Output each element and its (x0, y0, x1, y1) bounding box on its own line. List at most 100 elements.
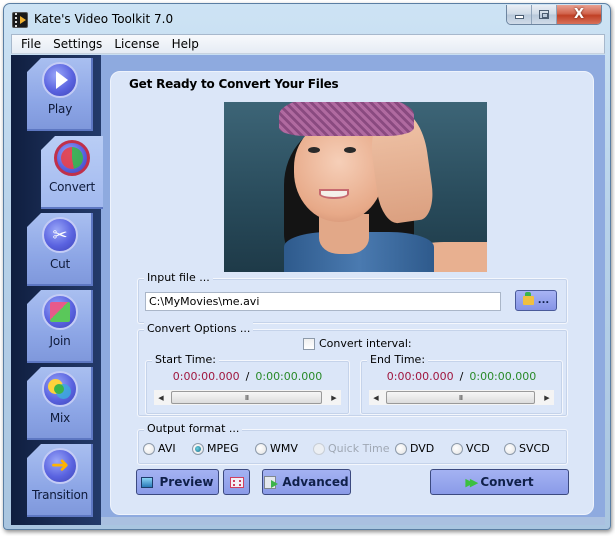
title-bar[interactable]: Kate's Video Toolkit 7.0 X (4, 4, 610, 34)
format-option-label: AVI (158, 442, 176, 455)
convert-options-group: Convert Options ... Convert interval: St… (137, 322, 568, 417)
fast-forward-icon: ▶▶ (465, 475, 478, 489)
scroll-track[interactable]: III (383, 391, 540, 404)
scissors-icon: ✂ (42, 217, 78, 253)
scroll-thumb[interactable]: III (386, 391, 535, 404)
sidebar-item-label: Mix (49, 411, 71, 425)
sidebar-item-mix[interactable]: Mix (27, 367, 93, 440)
end-time-total: 0:00:00.000 (469, 370, 537, 383)
start-time-total: 0:00:00.000 (255, 370, 323, 383)
scroll-right-icon[interactable]: ▶ (327, 390, 341, 405)
sidebar-item-label: Transition (31, 488, 89, 502)
start-time-slider[interactable]: ◀ III ▶ (154, 390, 341, 405)
menu-help[interactable]: Help (167, 37, 206, 51)
sidebar-item-label: Cut (49, 257, 71, 271)
convert-icon (54, 140, 90, 176)
mix-icon (42, 371, 78, 407)
output-format-group: Output format ... AVI MPEG WMV Quick Tim… (137, 422, 568, 465)
maximize-button[interactable] (532, 5, 557, 24)
menu-settings[interactable]: Settings (48, 37, 109, 51)
client-bottom-strip (101, 517, 605, 525)
arrow-right-icon: ➜ (42, 448, 78, 484)
format-option-label: DVD (410, 442, 435, 455)
scroll-right-icon[interactable]: ▶ (540, 390, 554, 405)
format-option-quicktime: Quick Time (313, 442, 395, 455)
scroll-left-icon[interactable]: ◀ (154, 390, 168, 405)
close-button[interactable]: X (557, 5, 601, 24)
convert-interval-checkbox[interactable]: Convert interval: (303, 337, 412, 350)
menu-file[interactable]: File (16, 37, 48, 51)
format-option-label: SVCD (519, 442, 550, 455)
sidebar-item-play[interactable]: Play (27, 58, 93, 131)
radio-button[interactable] (451, 442, 463, 455)
convert-interval-label: Convert interval: (319, 337, 412, 350)
format-option-label: Quick Time (328, 442, 390, 455)
panel-title: Get Ready to Convert Your Files (129, 77, 339, 91)
output-format-label: Output format ... (144, 422, 243, 435)
fullscreen-button[interactable] (223, 469, 250, 495)
close-icon: X (573, 7, 585, 22)
minimize-icon (514, 15, 524, 19)
end-time-label: End Time: (367, 353, 429, 366)
advanced-settings-icon (264, 475, 279, 489)
format-option-label: MPEG (207, 442, 239, 455)
input-file-label: Input file ... (144, 271, 213, 284)
open-folder-icon (522, 292, 534, 305)
input-file-field[interactable] (145, 292, 501, 311)
scroll-track[interactable]: III (168, 391, 327, 404)
preview-button[interactable]: Preview (136, 469, 219, 495)
convert-button[interactable]: ▶▶ Convert (430, 469, 569, 495)
window-title: Kate's Video Toolkit 7.0 (34, 12, 174, 26)
format-option-svcd[interactable]: SVCD (504, 442, 550, 455)
format-option-label: VCD (466, 442, 490, 455)
scroll-thumb[interactable]: III (171, 391, 322, 404)
app-film-icon (12, 12, 28, 28)
format-option-wmv[interactable]: WMV (255, 442, 313, 455)
radio-button[interactable] (504, 442, 516, 455)
end-time-readout: 0:00:00.000 / 0:00:00.000 (361, 370, 562, 383)
menu-bar: File Settings License Help (11, 34, 605, 54)
end-time-slider[interactable]: ◀ III ▶ (369, 390, 554, 405)
input-file-group: Input file ... ... (137, 271, 568, 324)
menu-license[interactable]: License (109, 37, 166, 51)
format-option-mpeg[interactable]: MPEG (192, 442, 255, 455)
radio-button-selected[interactable] (192, 442, 204, 455)
monitor-icon (141, 476, 154, 488)
advanced-button[interactable]: Advanced (262, 469, 351, 495)
start-time-readout: 0:00:00.000 / 0:00:00.000 (146, 370, 349, 383)
client-area: Play Convert ✂ Cut Join Mix ➜ Transition (11, 55, 605, 525)
fullscreen-icon (229, 476, 244, 488)
sidebar-item-transition[interactable]: ➜ Transition (27, 444, 93, 517)
convert-button-label: Convert (480, 475, 534, 489)
format-option-label: WMV (270, 442, 298, 455)
start-time-group: Start Time: 0:00:00.000 / 0:00:00.000 ◀ II… (145, 353, 350, 415)
sidebar-item-join[interactable]: Join (27, 290, 93, 363)
minimize-button[interactable] (507, 5, 532, 24)
format-option-vcd[interactable]: VCD (451, 442, 504, 455)
end-time-current: 0:00:00.000 (386, 370, 454, 383)
browse-label: ... (537, 294, 550, 306)
radio-button[interactable] (143, 442, 155, 455)
browse-button[interactable]: ... (515, 290, 557, 311)
sidebar-item-label: Join (49, 334, 71, 348)
radio-button[interactable] (395, 442, 407, 455)
app-window: Kate's Video Toolkit 7.0 X File Settings… (3, 3, 611, 530)
start-time-label: Start Time: (152, 353, 219, 366)
scroll-left-icon[interactable]: ◀ (369, 390, 383, 405)
maximize-icon (539, 10, 549, 19)
play-icon (42, 62, 78, 98)
convert-panel: Get Ready to Convert Your Files Input fi… (110, 71, 594, 515)
radio-button[interactable] (255, 442, 267, 455)
video-preview-image (224, 102, 487, 272)
format-option-avi[interactable]: AVI (143, 442, 192, 455)
preview-button-label: Preview (159, 475, 214, 489)
start-time-current: 0:00:00.000 (172, 370, 240, 383)
format-option-dvd[interactable]: DVD (395, 442, 451, 455)
convert-options-label: Convert Options ... (144, 322, 254, 335)
time-separator: / (245, 370, 250, 383)
checkbox-box[interactable] (303, 337, 315, 350)
sidebar-item-convert[interactable]: Convert (41, 136, 103, 209)
sidebar-item-cut[interactable]: ✂ Cut (27, 213, 93, 286)
radio-button-disabled (313, 442, 325, 455)
output-format-options: AVI MPEG WMV Quick Time DVD VCD SVCD (143, 442, 550, 455)
